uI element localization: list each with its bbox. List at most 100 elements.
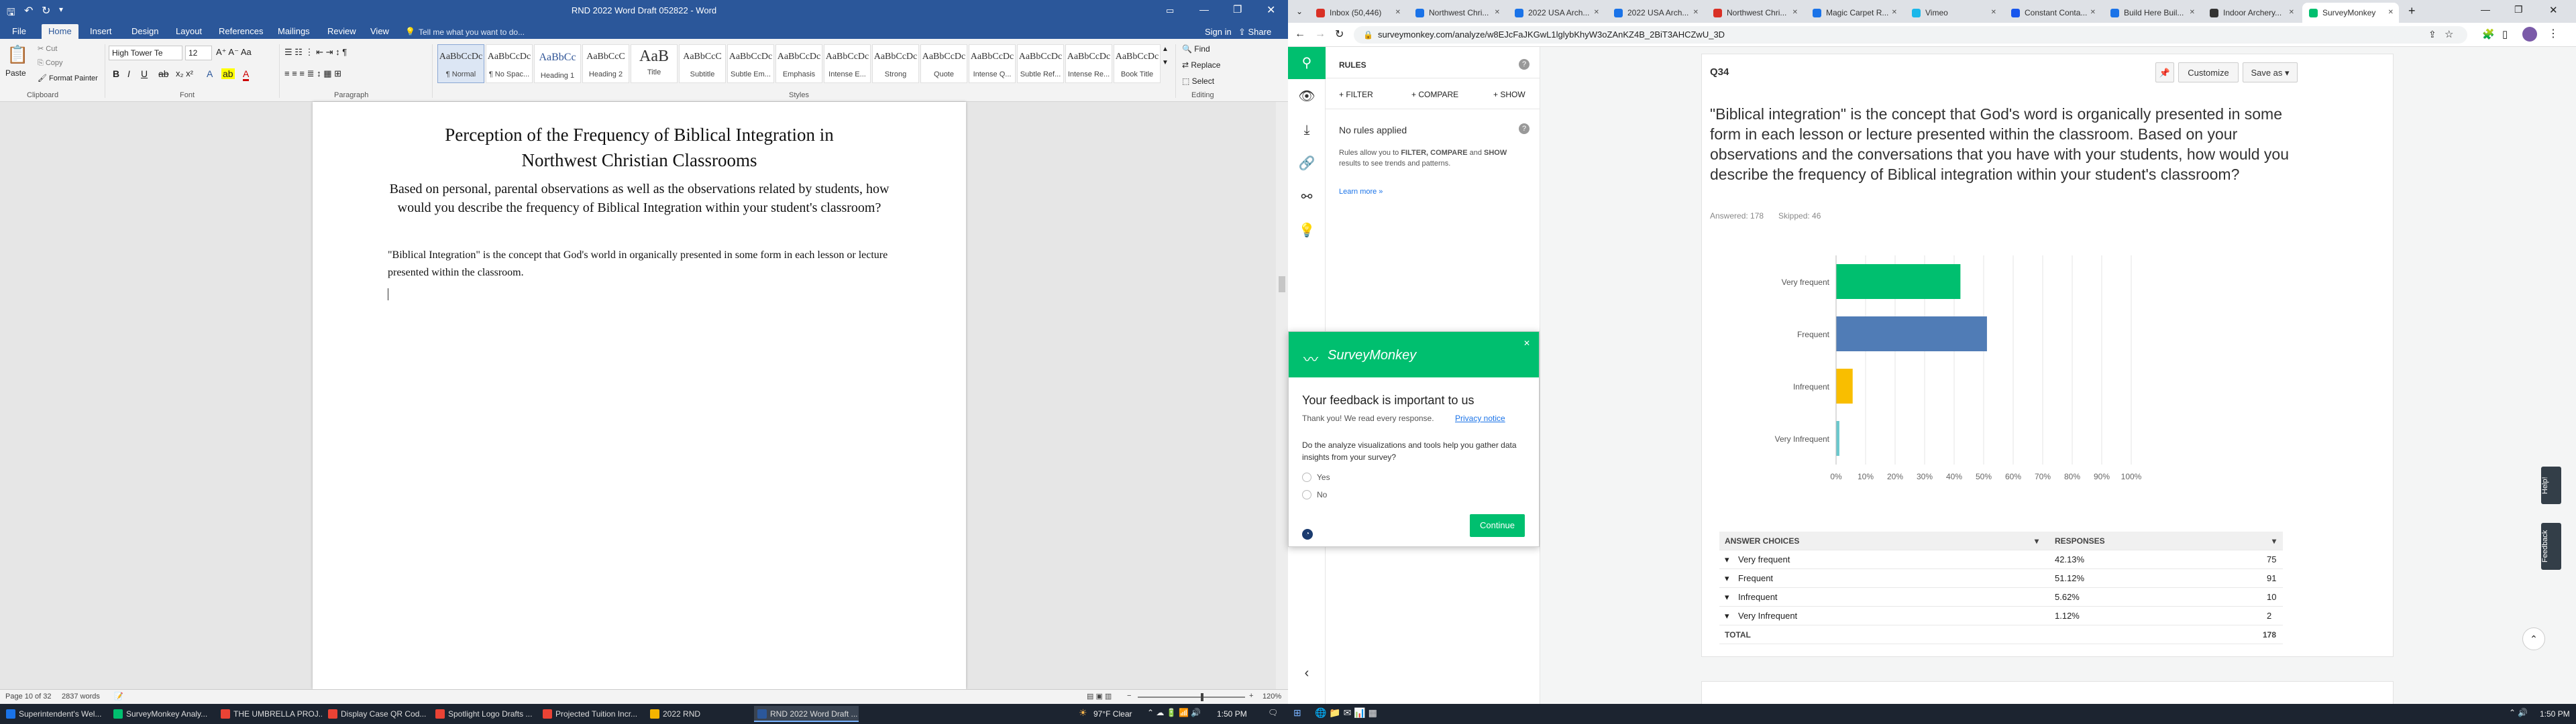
vertical-scrollbar[interactable] xyxy=(1276,102,1288,689)
browser-tab[interactable]: Indoor Archery... ✕ xyxy=(2203,3,2300,23)
taskbar-app[interactable]: Display Case QR Cod... xyxy=(325,706,429,722)
taskbar-app[interactable]: 2022 RND xyxy=(647,706,751,722)
tab-close-icon[interactable]: ✕ xyxy=(2388,3,2394,23)
browser-tab[interactable]: Build Here Buil... ✕ xyxy=(2104,3,2200,23)
word-count[interactable]: 2837 words xyxy=(62,692,100,701)
style-6[interactable]: AaBbCcDc Subtle Em... xyxy=(727,44,774,83)
text-effects-icon[interactable]: A xyxy=(207,68,213,79)
minimize-icon[interactable]: — xyxy=(1199,4,1209,15)
tab-close-icon[interactable]: ✕ xyxy=(1792,3,1798,23)
style-1[interactable]: AaBbCcDc ¶ No Spac... xyxy=(486,44,533,83)
paste-icon[interactable]: 📋 xyxy=(7,44,28,65)
share-button[interactable]: ⇪ Share xyxy=(1238,27,1271,38)
back-icon[interactable]: ← xyxy=(1295,28,1305,40)
document-page[interactable]: Perception of the Frequency of Biblical … xyxy=(313,102,966,689)
tab-design[interactable]: Design xyxy=(125,24,165,39)
add-show-button[interactable]: + SHOW xyxy=(1493,90,1525,99)
scroll-top-button[interactable]: ⌃ xyxy=(2522,627,2545,650)
system-tray-icons[interactable]: ⌃ ☁ 🔋 📶 🔊 xyxy=(1147,708,1201,717)
styles-scroll-down-icon[interactable]: ▼ xyxy=(1162,59,1169,66)
save-as-button[interactable]: Save as ▾ xyxy=(2243,62,2298,82)
help-icon[interactable]: ? xyxy=(1519,59,1529,70)
expand-row-icon[interactable]: ▾ xyxy=(1725,550,1729,569)
style-0[interactable]: AaBbCcDc ¶ Normal xyxy=(437,44,484,83)
browser-tab[interactable]: Northwest Chri... ✕ xyxy=(1707,3,1803,23)
popup-close-icon[interactable]: ✕ xyxy=(1523,339,1530,348)
copy-button[interactable]: ⎘ Copy xyxy=(38,59,63,68)
tab-layout[interactable]: Layout xyxy=(169,24,209,39)
privacy-notice-link[interactable]: Privacy notice xyxy=(1455,414,1505,423)
tab-close-icon[interactable]: ✕ xyxy=(1991,3,1996,23)
learn-more-link[interactable]: Learn more » xyxy=(1339,188,1383,196)
browser-tab[interactable]: Magic Carpet R... ✕ xyxy=(1806,3,1902,23)
tab-close-icon[interactable]: ✕ xyxy=(1395,3,1401,23)
style-5[interactable]: AaBbCcC Subtitle xyxy=(679,44,726,83)
extensions-icon[interactable]: 🧩 xyxy=(2482,28,2495,40)
italic-icon[interactable]: I xyxy=(127,68,130,79)
sort-icon[interactable]: ▾ xyxy=(2035,532,2039,550)
taskbar-app[interactable]: SurveyMonkey Analy... xyxy=(110,706,215,722)
taskbar-app[interactable]: Projected Tuition Incr... xyxy=(539,706,644,722)
maximize-icon[interactable]: ❐ xyxy=(1233,3,1242,15)
tab-search-icon[interactable]: ⌄ xyxy=(1296,7,1303,16)
reload-icon[interactable]: ↻ xyxy=(1335,27,1344,41)
responses-header[interactable]: RESPONSES xyxy=(2055,532,2105,550)
bookmark-star-icon[interactable]: ☆ xyxy=(2445,28,2453,40)
strikethrough-icon[interactable]: ab xyxy=(158,68,169,79)
no-radio[interactable] xyxy=(1302,490,1311,499)
filter-tool[interactable]: ⚲ xyxy=(1288,47,1326,79)
sign-in-link[interactable]: Sign in xyxy=(1205,27,1232,37)
browser-tab[interactable]: Vimeo ✕ xyxy=(1905,3,2002,23)
highlight-icon[interactable]: ab xyxy=(221,68,235,79)
browser-close-icon[interactable]: ✕ xyxy=(2549,4,2558,16)
sort-icon[interactable]: ▾ xyxy=(2272,532,2276,550)
style-2[interactable]: AaBbCc Heading 1 xyxy=(534,44,581,83)
subscript-icon[interactable]: x₂ x² xyxy=(176,68,193,78)
styles-scroll-up-icon[interactable]: ▲ xyxy=(1162,46,1169,53)
table-row[interactable]: ▾ Frequent 51.12% 91 xyxy=(1719,569,2283,588)
style-3[interactable]: AaBbCcC Heading 2 xyxy=(582,44,629,83)
customize-button[interactable]: Customize xyxy=(2178,62,2239,82)
tab-close-icon[interactable]: ✕ xyxy=(2090,3,2096,23)
clock-right[interactable]: 1:50 PM xyxy=(2540,709,2570,719)
views-tool[interactable]: 👁 xyxy=(1288,80,1326,113)
tab-home[interactable]: Home xyxy=(42,24,78,39)
tab-close-icon[interactable]: ✕ xyxy=(1594,3,1599,23)
side-panel-icon[interactable]: ▯ xyxy=(2502,28,2508,40)
tab-close-icon[interactable]: ✕ xyxy=(1693,3,1699,23)
format-painter-button[interactable]: 🖌 Format Painter xyxy=(38,74,98,82)
bold-icon[interactable]: B xyxy=(113,68,119,79)
insights-tool[interactable]: 💡 xyxy=(1288,215,1326,247)
style-7[interactable]: AaBbCcDc Emphasis xyxy=(775,44,822,83)
browser-tab[interactable]: 2022 USA Arch... ✕ xyxy=(1508,3,1605,23)
underline-icon[interactable]: U xyxy=(141,68,148,79)
style-8[interactable]: AaBbCcDc Intense E... xyxy=(824,44,871,83)
tab-close-icon[interactable]: ✕ xyxy=(2289,3,2294,23)
browser-tab[interactable]: 2022 USA Arch... ✕ xyxy=(1607,3,1704,23)
expand-row-icon[interactable]: ▾ xyxy=(1725,569,1729,588)
tab-references[interactable]: References xyxy=(212,24,270,39)
share-page-icon[interactable]: ⇪ xyxy=(2428,29,2436,40)
table-row[interactable]: ▾ Very frequent 42.13% 75 xyxy=(1719,550,2283,569)
continue-button[interactable]: Continue xyxy=(1470,514,1525,537)
weather-icon[interactable]: ☀ xyxy=(1079,707,1087,719)
add-compare-button[interactable]: + COMPARE xyxy=(1411,90,1458,99)
font-size-select[interactable]: 12 xyxy=(185,46,212,60)
pin-button[interactable]: 📌 xyxy=(2155,62,2174,82)
view-mode-icons[interactable]: ▤ ▣ ▥ xyxy=(1087,692,1112,701)
yes-radio[interactable] xyxy=(1302,473,1311,482)
system-tray-icons-right[interactable]: ⌃ 🔊 xyxy=(2509,708,2528,717)
select-button[interactable]: ⬚ Select xyxy=(1182,76,1214,86)
tab-file[interactable]: File xyxy=(5,24,33,39)
tab-close-icon[interactable]: ✕ xyxy=(1892,3,1897,23)
style-4[interactable]: AaB Title xyxy=(631,44,678,83)
tab-mailings[interactable]: Mailings xyxy=(271,24,317,39)
close-icon[interactable]: ✕ xyxy=(1267,3,1275,17)
clock-left[interactable]: 1:50 PM xyxy=(1217,709,1247,719)
collapse-rail-tool[interactable]: ‹ xyxy=(1288,657,1326,689)
zoom-slider[interactable] xyxy=(1138,693,1245,701)
tell-me-input[interactable]: Tell me what you want to do... xyxy=(419,27,525,37)
ribbon-display-icon[interactable]: ▭ xyxy=(1166,5,1174,16)
style-9[interactable]: AaBbCcDc Strong xyxy=(872,44,919,83)
zoom-in-icon[interactable]: + xyxy=(1249,692,1253,700)
